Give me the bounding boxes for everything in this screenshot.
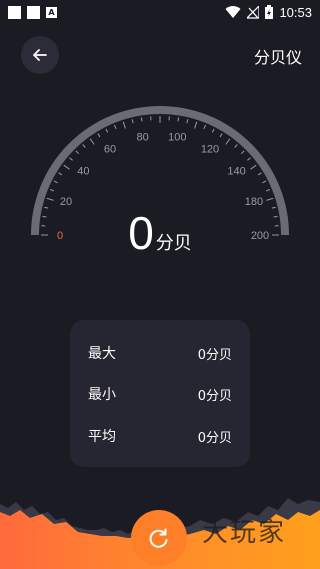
gauge-tick: [82, 144, 86, 148]
gauge-tick: [240, 150, 245, 155]
system-icons: 10:53: [225, 5, 312, 20]
gauge-tick: [219, 133, 223, 138]
gauge-tick: [271, 206, 276, 209]
gauge-tick: [250, 164, 257, 170]
gauge-tick: [262, 180, 267, 184]
gauge-tick: [44, 206, 49, 209]
back-button[interactable]: [21, 36, 59, 74]
gauge-tick: [203, 124, 207, 129]
notification-icon: [8, 5, 21, 19]
gauge-tick: [89, 138, 95, 145]
stat-value: 0分贝: [197, 430, 232, 446]
gauge-tick: [194, 121, 198, 129]
notification-a-icon: A: [46, 6, 57, 18]
gauge-tick: [113, 124, 117, 129]
watermark: 大玩家: [202, 518, 287, 548]
top-bar: 分贝仪: [0, 36, 320, 76]
gauge-tick: [97, 133, 101, 138]
gauge-tick: [49, 188, 54, 192]
stat-row-avg: 平均 0分贝: [88, 426, 232, 446]
reset-button[interactable]: [131, 510, 187, 566]
stat-row-max: 最大 0分贝: [88, 343, 232, 363]
stat-value: 0分贝: [197, 388, 232, 404]
gauge-tick: [75, 150, 80, 155]
gauge-tick-label: 80: [137, 132, 149, 144]
gauge-tick: [69, 157, 73, 161]
gauge-tick-label: 100: [168, 132, 186, 144]
stats-card: 最大 0分贝 最小 0分贝 平均 0分贝: [70, 320, 250, 467]
stat-value: 0分贝: [197, 347, 232, 363]
reading-unit: 分贝: [155, 233, 192, 254]
gauge-tick: [257, 172, 262, 176]
status-bar: A 10:53: [0, 0, 320, 24]
gauge-tick-label: 180: [245, 196, 263, 208]
gauge-tick: [247, 157, 251, 161]
page-title: 分贝仪: [253, 48, 302, 67]
notification-icon: [27, 5, 40, 19]
wifi-icon: [225, 5, 241, 18]
gauge-tick: [266, 188, 271, 192]
gauge-tick: [131, 119, 134, 124]
gauge-tick: [177, 117, 180, 122]
gauge-tick: [234, 144, 238, 148]
gauge-tick: [211, 128, 215, 133]
status-time: 10:53: [279, 4, 312, 20]
gauge-tick-label: 40: [77, 166, 89, 178]
gauge-tick: [225, 138, 231, 145]
no-signal-icon: [247, 5, 260, 19]
arrow-left-icon: [33, 49, 47, 61]
reading-value: 0: [128, 207, 154, 259]
gauge-tick: [186, 119, 189, 124]
gauge-tick-label: 140: [227, 166, 245, 178]
gauge-tick-label: 20: [60, 196, 72, 208]
gauge-tick: [140, 117, 143, 122]
stat-label: 最大: [88, 346, 116, 362]
refresh-icon: [149, 528, 168, 548]
gauge-tick: [63, 164, 70, 170]
gauge-tick: [58, 172, 63, 176]
gauge-tick: [266, 197, 274, 201]
stat-label: 平均: [88, 429, 116, 445]
gauge-tick-label: 60: [104, 143, 116, 155]
gauge-tick: [105, 128, 109, 133]
stat-row-min: 最小 0分贝: [88, 384, 232, 404]
gauge-tick: [46, 197, 54, 201]
gauge-tick-label: 120: [201, 143, 219, 155]
stat-label: 最小: [88, 387, 116, 403]
gauge-tick: [53, 180, 58, 184]
gauge-tick: [122, 121, 126, 129]
battery-charging-icon: [265, 5, 274, 19]
current-reading: 0 分贝: [0, 210, 320, 256]
notification-icons: A: [8, 5, 57, 19]
